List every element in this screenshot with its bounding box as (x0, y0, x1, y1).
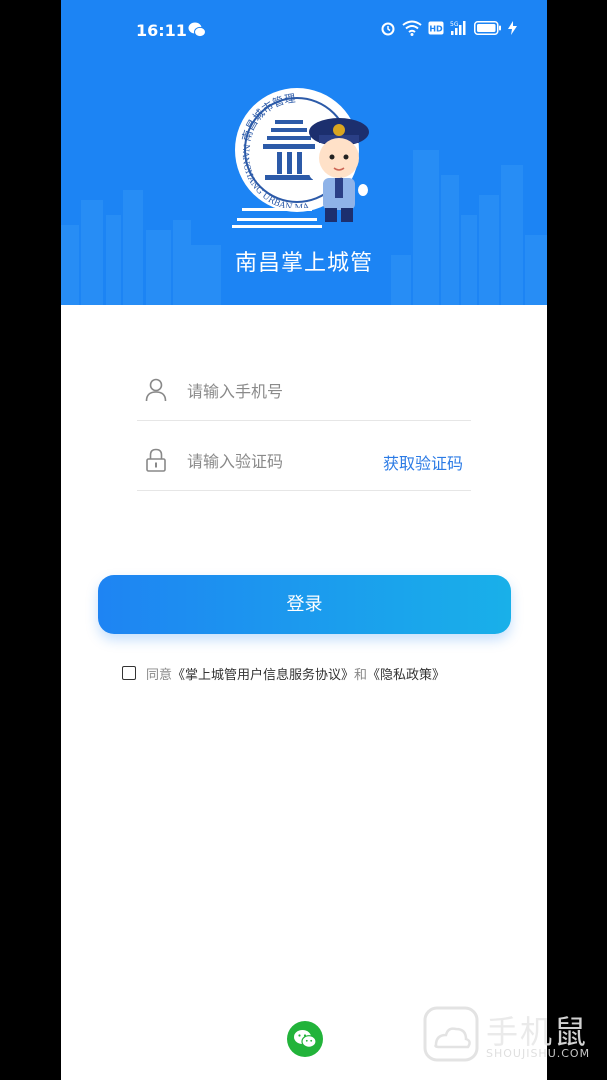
phone-field (137, 364, 471, 421)
service-agreement-link[interactable]: 《掌上城管用户信息服务协议》 (172, 664, 354, 683)
agreement-row: 同意 《掌上城管用户信息服务协议》 和 《隐私政策》 (122, 663, 445, 683)
code-field: 获取验证码 (137, 434, 471, 491)
login-button[interactable]: 登录 (98, 575, 511, 634)
agreement-and: 和 (354, 667, 368, 683)
wechat-icon (188, 22, 206, 38)
watermark-logo-icon (423, 1006, 479, 1062)
svg-text:HD: HD (429, 25, 443, 34)
get-code-button[interactable]: 获取验证码 (383, 450, 463, 474)
agreement-checkbox[interactable] (122, 666, 136, 680)
agreement-prefix: 同意 (146, 667, 173, 683)
wechat-login-icon (294, 1030, 317, 1048)
user-icon (145, 378, 167, 402)
app-screen: 16:11 HD 5G 南昌城市管理 NANCHANG URBAN A 南昌掌上… (61, 0, 547, 1080)
hd-icon: HD (428, 21, 444, 35)
code-input[interactable] (187, 448, 367, 474)
svg-text:5G: 5G (450, 21, 459, 28)
header-banner: 16:11 HD 5G 南昌城市管理 NANCHANG URBAN A 南昌掌上… (61, 0, 547, 305)
watermark-subtext: SHOUJISHU.COM (486, 1047, 591, 1060)
signal-5g-icon: 5G (450, 21, 466, 35)
wifi-icon (402, 20, 422, 36)
status-time: 16:11 (136, 21, 187, 40)
phone-input[interactable] (187, 378, 367, 404)
status-bar: 16:11 HD 5G (61, 0, 547, 60)
lock-icon (146, 448, 166, 472)
privacy-policy-link[interactable]: 《隐私政策》 (367, 664, 445, 683)
app-logo: 南昌城市管理 NANCHANG URBAN MA (232, 88, 369, 228)
charging-icon (508, 21, 517, 35)
site-watermark: 手机鼠 SHOUJISHU.COM (422, 1005, 592, 1065)
wechat-login-button[interactable] (287, 1021, 323, 1057)
alarm-icon (381, 22, 395, 36)
battery-icon (474, 21, 501, 35)
app-title: 南昌掌上城管 (234, 251, 373, 276)
